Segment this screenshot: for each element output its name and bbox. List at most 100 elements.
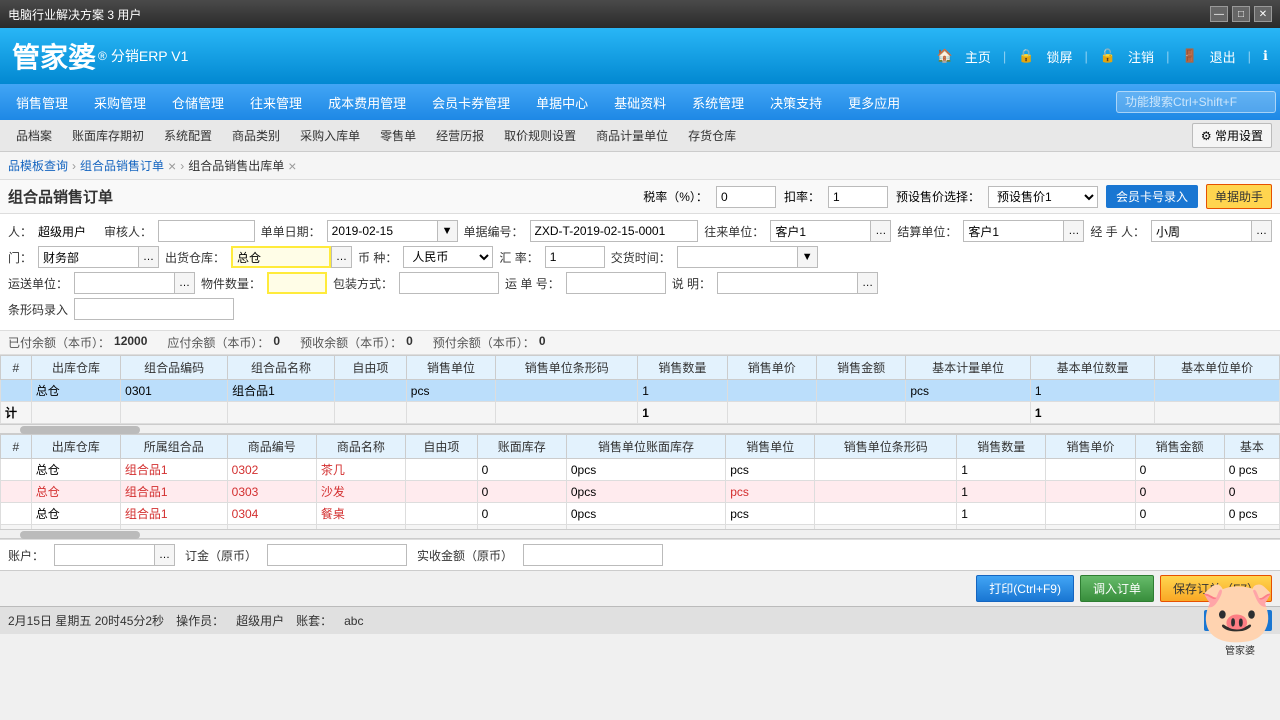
print-button[interactable]: 打印(Ctrl+F9) xyxy=(976,575,1074,602)
code-input[interactable] xyxy=(530,220,699,242)
lower-table-row-2[interactable]: 总仓 组合品1 0303 沙发 0 0pcs pcs 1 0 0 xyxy=(1,481,1280,503)
transport-input[interactable] xyxy=(74,272,174,294)
upper-th-barcode: 销售单位条形码 xyxy=(496,356,638,380)
sub-nav-retail[interactable]: 零售单 xyxy=(372,124,424,147)
from-unit-input[interactable] xyxy=(770,220,870,242)
breadcrumb-item-2[interactable]: 组合品销售订单 xyxy=(80,157,164,174)
from-unit-btn[interactable]: … xyxy=(870,220,891,242)
settle-unit-btn[interactable]: … xyxy=(1063,220,1084,242)
handler-input[interactable] xyxy=(1151,220,1251,242)
account-input[interactable] xyxy=(54,544,154,566)
breadcrumb-close-1[interactable]: × xyxy=(168,158,176,174)
sub-nav-unit[interactable]: 商品计量单位 xyxy=(588,124,676,147)
breadcrumb-item-1[interactable]: 品模板查询 xyxy=(8,157,68,174)
trade-time-input[interactable] xyxy=(677,246,797,268)
upper-scrollbar[interactable] xyxy=(0,424,1280,434)
footer-operator-value: 超级用户 xyxy=(236,612,284,629)
nav-purchase[interactable]: 采购管理 xyxy=(82,89,158,116)
save-order-button[interactable]: 保存订单（F7） xyxy=(1160,575,1272,602)
home-label[interactable]: 主页 xyxy=(965,47,991,66)
discount-input[interactable] xyxy=(828,186,888,208)
lower-td-code-2: 0303 xyxy=(227,481,316,503)
actual-amt-input[interactable] xyxy=(523,544,663,566)
exit-label[interactable]: 退出 xyxy=(1210,47,1236,66)
minimize-btn[interactable]: — xyxy=(1210,6,1228,22)
order-amt-input[interactable] xyxy=(267,544,407,566)
warehouse-input[interactable] xyxy=(231,246,331,268)
parts-qty-input[interactable] xyxy=(267,272,327,294)
logout-label[interactable]: 注销 xyxy=(1128,47,1154,66)
handler-btn[interactable]: … xyxy=(1251,220,1272,242)
lower-scrollbar-thumb[interactable] xyxy=(20,531,140,539)
nav-decision[interactable]: 决策支持 xyxy=(758,89,834,116)
member-card-btn[interactable]: 会员卡号录入 xyxy=(1106,185,1198,208)
barcode-input[interactable] xyxy=(74,298,234,320)
nav-more[interactable]: 更多应用 xyxy=(836,89,912,116)
lock-icon[interactable]: 🔒 xyxy=(1018,48,1034,64)
date-picker-btn[interactable]: ▼ xyxy=(437,220,458,242)
nav-warehouse[interactable]: 仓储管理 xyxy=(160,89,236,116)
exit-icon[interactable]: 🚪 xyxy=(1181,48,1197,64)
nav-dealings[interactable]: 往来管理 xyxy=(238,89,314,116)
nav-cost[interactable]: 成本费用管理 xyxy=(316,89,418,116)
lower-table-row-1[interactable]: 总仓 组合品1 0302 茶几 0 0pcs pcs 1 0 0 pcs xyxy=(1,459,1280,481)
logout-icon[interactable]: 🔓 xyxy=(1100,48,1116,64)
person-value: 超级用户 xyxy=(38,223,98,240)
nav-sales[interactable]: 销售管理 xyxy=(4,89,80,116)
date-input[interactable] xyxy=(327,220,437,242)
should-receive-value: 0 xyxy=(539,334,546,351)
sub-nav-history[interactable]: 经营历报 xyxy=(428,124,492,147)
import-order-button[interactable]: 调入订单 xyxy=(1080,575,1154,602)
sub-nav-purchase-in[interactable]: 采购入库单 xyxy=(292,124,368,147)
nav-basic[interactable]: 基础资料 xyxy=(602,89,678,116)
person-label: 人： xyxy=(8,223,32,240)
pack-input[interactable] xyxy=(399,272,499,294)
date-field: ▼ xyxy=(327,220,458,242)
func-map-btn[interactable]: 功能导图 xyxy=(1204,610,1272,631)
bill-helper-btn[interactable]: 单据助手 xyxy=(1206,184,1272,209)
nav-system[interactable]: 系统管理 xyxy=(680,89,756,116)
audit-input[interactable] xyxy=(158,220,255,242)
lower-scrollbar[interactable] xyxy=(0,529,1280,539)
sub-nav-category[interactable]: 商品类别 xyxy=(224,124,288,147)
tax-rate-input[interactable] xyxy=(716,186,776,208)
footer-account-label: 账套： xyxy=(296,612,332,629)
upper-scrollbar-thumb[interactable] xyxy=(20,426,140,434)
footer: 2月15日 星期五 20时45分2秒 操作员： 超级用户 账套： abc 功能导… xyxy=(0,606,1280,634)
dept-input[interactable] xyxy=(38,246,138,268)
lower-table-row-3[interactable]: 总仓 组合品1 0304 餐桌 0 0pcs pcs 1 0 0 pcs xyxy=(1,503,1280,525)
account-btn[interactable]: … xyxy=(154,544,175,566)
warehouse-btn[interactable]: … xyxy=(331,246,352,268)
lower-td-combo-1: 组合品1 xyxy=(120,459,227,481)
sub-nav-price-rule[interactable]: 取价规则设置 xyxy=(496,124,584,147)
nav-bill[interactable]: 单据中心 xyxy=(524,89,600,116)
remark-btn[interactable]: … xyxy=(857,272,878,294)
pack-label: 包装方式： xyxy=(333,275,393,292)
divider4: | xyxy=(1248,49,1251,64)
close-btn[interactable]: ✕ xyxy=(1254,6,1272,22)
sub-nav-inventory[interactable]: 存货仓库 xyxy=(680,124,744,147)
sub-nav-stock-init[interactable]: 账面库存期初 xyxy=(64,124,152,147)
remark-input[interactable] xyxy=(717,272,857,294)
lower-td-combo-3: 组合品1 xyxy=(120,503,227,525)
upper-table-row[interactable]: 总仓 0301 组合品1 pcs 1 pcs 1 xyxy=(1,380,1280,402)
waybill-input[interactable] xyxy=(566,272,666,294)
sub-nav-config[interactable]: 系统配置 xyxy=(156,124,220,147)
info-icon[interactable]: ℹ xyxy=(1263,48,1268,64)
trade-time-btn[interactable]: ▼ xyxy=(797,246,818,268)
exchange-label: 汇 率： xyxy=(499,249,538,266)
exchange-input[interactable] xyxy=(545,246,605,268)
dept-btn[interactable]: … xyxy=(138,246,159,268)
currency-select[interactable]: 人民币 xyxy=(403,246,493,268)
settle-unit-input[interactable] xyxy=(963,220,1063,242)
breadcrumb-close-2[interactable]: × xyxy=(288,158,296,174)
lock-label[interactable]: 锁屏 xyxy=(1046,47,1072,66)
maximize-btn[interactable]: □ xyxy=(1232,6,1250,22)
sub-nav-archive[interactable]: 品档案 xyxy=(8,124,60,147)
price-select[interactable]: 预设售价1 xyxy=(988,186,1098,208)
home-icon[interactable]: 🏠 xyxy=(937,48,953,64)
nav-search-input[interactable] xyxy=(1116,91,1276,113)
nav-member[interactable]: 会员卡券管理 xyxy=(420,89,522,116)
transport-btn[interactable]: … xyxy=(174,272,195,294)
settings-button[interactable]: ⚙ 常用设置 xyxy=(1192,123,1272,148)
